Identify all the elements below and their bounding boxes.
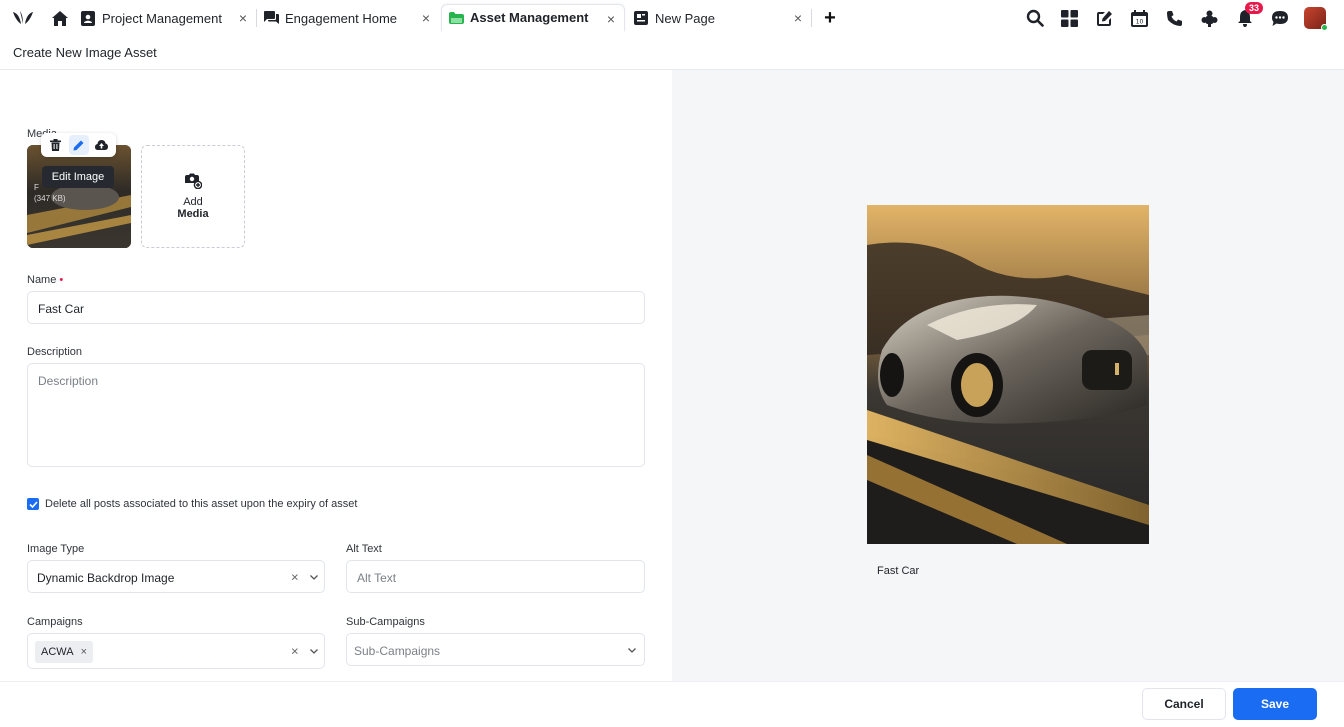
tab-label: Engagement Home [285,10,398,26]
calendar-icon[interactable]: 10 [1122,0,1157,36]
name-input-value: Fast Car [38,302,85,316]
sub-campaigns-placeholder: Sub-Campaigns [354,644,441,658]
alt-text-input[interactable]: Alt Text [346,560,645,593]
user-avatar[interactable] [1297,0,1332,36]
tab-project-management[interactable]: Project Management × [74,4,256,32]
edit-pencil-icon[interactable] [68,135,89,155]
campaigns-select[interactable]: ACWA × × [27,633,325,669]
asset-preview-panel: Fast Car [672,70,1344,681]
tab-label: Asset Management [470,10,589,25]
cloud-upload-icon[interactable] [92,135,112,155]
description-textarea[interactable]: Description [27,363,645,467]
name-label: Name • [27,274,63,286]
sub-campaigns-label: Sub-Campaigns [346,616,425,628]
remove-chip-icon[interactable]: × [81,646,87,658]
close-icon[interactable]: × [791,11,805,25]
name-label-text: Name [27,274,57,286]
home-icon[interactable] [46,0,74,36]
add-tab-button[interactable]: + [816,4,844,32]
chevron-down-icon[interactable] [309,572,319,582]
add-media-button[interactable]: Add Media [141,145,245,248]
campaign-chip: ACWA × [35,641,94,663]
thumbnail-filesize: (347 KB) [34,194,66,203]
delete-posts-label: Delete all posts associated to this asse… [45,498,358,510]
image-type-label: Image Type [27,543,85,555]
save-button[interactable]: Save [1233,688,1317,720]
notification-count-badge: 33 [1245,2,1264,14]
required-indicator: • [59,274,64,286]
messages-icon[interactable] [1262,0,1297,36]
description-placeholder: Description [38,374,99,388]
close-icon[interactable]: × [236,11,250,25]
preview-image [867,205,1149,544]
tab-label: Project Management [102,10,222,26]
phone-icon[interactable] [1157,0,1192,36]
chevron-down-icon[interactable] [309,646,319,656]
preview-caption: Fast Car [877,565,920,577]
app-logo-icon[interactable] [0,0,46,36]
description-label: Description [27,346,83,358]
cancel-button[interactable]: Cancel [1142,688,1226,720]
add-media-label-line2: Media [177,208,209,220]
avatar-image [1303,7,1328,31]
online-status-dot [1320,24,1328,31]
tab-new-page[interactable]: New Page × [627,4,811,32]
car-preview-image [867,205,1149,544]
apps-grid-icon[interactable] [1052,0,1087,36]
tab-asset-management[interactable]: Asset Management × [441,4,625,32]
top-navigation-bar: Project Management × Engagement Home × A… [0,0,1344,36]
tab-engagement-home[interactable]: Engagement Home × [257,4,439,32]
add-media-icon [184,173,203,192]
global-actions: 10 33 [1017,0,1332,36]
alt-text-placeholder: Alt Text [357,571,397,585]
delete-posts-checkbox[interactable] [27,498,39,510]
image-type-select[interactable]: Dynamic Backdrop Image × [27,560,325,593]
notifications-bell-icon[interactable]: 33 [1227,0,1264,36]
chevron-down-icon[interactable] [627,645,637,655]
close-icon[interactable]: × [419,11,433,25]
new-page-icon [633,10,649,26]
compose-icon[interactable] [1087,0,1122,36]
contact-book-icon [80,10,96,26]
tab-divider [811,9,812,27]
trash-icon[interactable] [46,135,66,155]
name-input[interactable]: Fast Car [27,291,645,324]
page-header: Create New Image Asset [0,36,1344,70]
checkmark-icon [28,500,38,508]
close-icon[interactable]: × [604,12,618,26]
asset-folder-icon [448,10,464,26]
search-icon[interactable] [1017,0,1052,36]
sub-campaigns-select[interactable]: Sub-Campaigns [346,633,645,666]
page-title: Create New Image Asset [13,45,157,60]
extensions-icon[interactable] [1192,0,1227,36]
svg-text:10: 10 [1136,18,1144,25]
campaign-chip-label: ACWA [41,646,74,658]
alt-text-label: Alt Text [346,543,382,555]
image-type-value: Dynamic Backdrop Image [37,571,175,585]
clear-selection-icon[interactable]: × [291,569,299,584]
media-action-toolbar [41,133,116,157]
clear-selection-icon[interactable]: × [291,644,299,659]
edit-image-tooltip: Edit Image [42,166,114,188]
chat-bubbles-icon [263,10,279,26]
tab-label: New Page [655,10,715,26]
campaigns-label: Campaigns [27,616,83,628]
add-media-label-line1: Add [183,196,203,208]
